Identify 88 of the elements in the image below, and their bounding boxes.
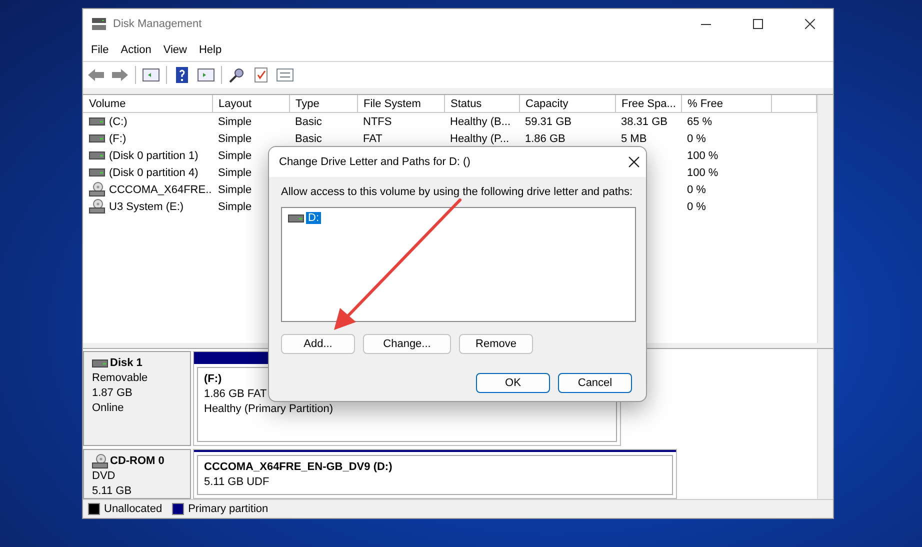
table-cell: (Disk 0 partition 4): [109, 166, 198, 178]
disk-name: CD-ROM 0: [110, 454, 164, 469]
partition-label: CCCOMA_X64FRE_EN-GB_DV9 (D:): [204, 460, 392, 475]
drive-icon: [89, 168, 105, 177]
partition-detail: 1.86 GB FAT: [204, 387, 267, 402]
legend-label: Unallocated: [104, 503, 162, 515]
drive-icon: [288, 214, 304, 222]
maximize-icon: [753, 19, 763, 29]
disk-detail: Online: [92, 401, 125, 416]
dialog-button[interactable]: Cancel: [558, 373, 632, 393]
disk-detail: 1.87 GB: [92, 386, 134, 401]
menu-item[interactable]: View: [157, 44, 193, 56]
menu-item[interactable]: File: [85, 44, 115, 56]
instruction-text: Allow access to this volume by using the following drive letter and paths:: [281, 186, 634, 198]
column-header[interactable]: Free Spa...: [615, 95, 681, 112]
table-cell: Simple: [218, 166, 252, 178]
disc-drive-icon: [92, 454, 108, 469]
column-header[interactable]: Layout: [212, 95, 289, 112]
table-cell: Simple: [218, 150, 252, 162]
table-cell: Simple: [218, 200, 252, 212]
table-cell: Simple: [218, 132, 252, 144]
panel-icon[interactable]: [197, 67, 215, 83]
table-cell: 0 %: [687, 132, 706, 144]
menu-item[interactable]: Help: [192, 44, 228, 56]
window-title: Disk Management: [113, 18, 203, 30]
partition-block[interactable]: CCCOMA_X64FRE_EN-GB_DV9 (D:) 5.11 GB UDF: [193, 449, 677, 499]
table-cell: NTFS: [363, 116, 392, 128]
table-cell: Healthy (P...: [450, 132, 510, 144]
table-cell: 65 %: [687, 116, 712, 128]
table-cell: 1.86 GB: [525, 132, 566, 144]
table-cell: Basic: [295, 132, 322, 144]
path-item[interactable]: D:: [306, 212, 321, 224]
column-header[interactable]: File System: [357, 95, 444, 112]
panel-icon[interactable]: [142, 67, 160, 83]
table-cell: 5 MB: [621, 132, 647, 144]
disc-drive-icon: [89, 182, 105, 197]
table-cell: Basic: [295, 116, 322, 128]
action-button[interactable]: Change...: [363, 334, 451, 354]
column-header[interactable]: % Free: [681, 95, 771, 112]
magnifier-icon[interactable]: [228, 67, 246, 83]
back-arrow-icon[interactable]: [87, 67, 105, 83]
column-header[interactable]: Type: [289, 95, 357, 112]
disc-drive-icon: [89, 199, 105, 214]
table-cell: 100 %: [687, 150, 718, 162]
drive-icon: [89, 117, 105, 126]
scrollbar[interactable]: [817, 349, 833, 499]
table-cell: 0 %: [687, 200, 706, 212]
action-button[interactable]: Remove: [459, 334, 533, 354]
table-cell: 100 %: [687, 166, 718, 178]
disk-name: Disk 1: [110, 356, 142, 371]
close-icon[interactable]: [628, 156, 640, 168]
column-header[interactable]: Volume: [83, 95, 212, 112]
menu-item[interactable]: Action: [114, 44, 158, 56]
drive-icon: [89, 134, 105, 143]
drive-icon: [92, 359, 108, 368]
column-header[interactable]: Capacity: [519, 95, 615, 112]
help-icon[interactable]: [173, 67, 191, 83]
list-icon[interactable]: [276, 67, 294, 83]
close-icon: [805, 19, 815, 29]
action-button[interactable]: Add...: [281, 334, 355, 354]
disk-detail: DVD: [92, 469, 116, 484]
partition-detail: 5.11 GB UDF: [204, 475, 270, 490]
table-cell: Simple: [218, 116, 252, 128]
drive-icon: [89, 151, 105, 160]
table-cell: (C:): [109, 116, 128, 128]
table-cell: U3 System (E:): [109, 200, 184, 212]
forward-arrow-icon[interactable]: [111, 67, 129, 83]
checklist-icon[interactable]: [252, 67, 270, 83]
legend-label: Primary partition: [188, 503, 268, 515]
table-cell: 59.31 GB: [525, 116, 572, 128]
table-cell: (Disk 0 partition 1): [109, 150, 198, 162]
partition-detail: Healthy (Primary Partition): [204, 402, 333, 417]
table-cell: Healthy (B...: [450, 116, 511, 128]
table-cell: FAT: [363, 132, 382, 144]
disk-detail: 5.11 GB: [92, 484, 133, 499]
table-cell: (F:): [109, 132, 126, 144]
table-cell: Simple: [218, 184, 252, 196]
table-cell: 38.31 GB: [621, 116, 668, 128]
disk-management-icon: [91, 17, 107, 31]
path-list[interactable]: D:: [281, 207, 636, 322]
table-cell: 0 %: [687, 184, 706, 196]
disk-detail: Removable: [92, 371, 149, 386]
scrollbar[interactable]: [817, 95, 833, 343]
dialog-button[interactable]: OK: [476, 373, 550, 393]
dialog-title: Change Drive Letter and Paths for D: (): [279, 156, 470, 168]
column-header[interactable]: Status: [444, 95, 519, 112]
partition-label: (F:): [204, 372, 222, 387]
table-cell: CCCOMA_X64FRE...: [109, 184, 212, 196]
